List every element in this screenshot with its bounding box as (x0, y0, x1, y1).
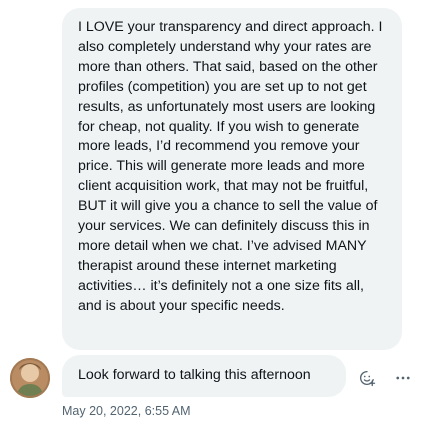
avatar[interactable] (10, 358, 50, 398)
avatar-image (10, 358, 50, 398)
message-text: Look forward to talking this afternoon (78, 367, 311, 383)
more-horizontal-icon (396, 376, 410, 380)
add-reaction-button[interactable] (356, 367, 378, 389)
message-row-last: Look forward to talking this afternoon (0, 355, 437, 400)
more-options-button[interactable] (392, 367, 414, 389)
message-thread: I LOVE your transparency and direct appr… (0, 0, 437, 428)
message-text: I LOVE your transparency and direct appr… (78, 19, 383, 314)
message-bubble-received[interactable]: I LOVE your transparency and direct appr… (62, 8, 402, 350)
message-bubble-received-last[interactable]: Look forward to talking this afternoon (62, 355, 346, 397)
add-reaction-icon (359, 370, 376, 387)
message-timestamp: May 20, 2022, 6:55 AM (62, 404, 191, 418)
